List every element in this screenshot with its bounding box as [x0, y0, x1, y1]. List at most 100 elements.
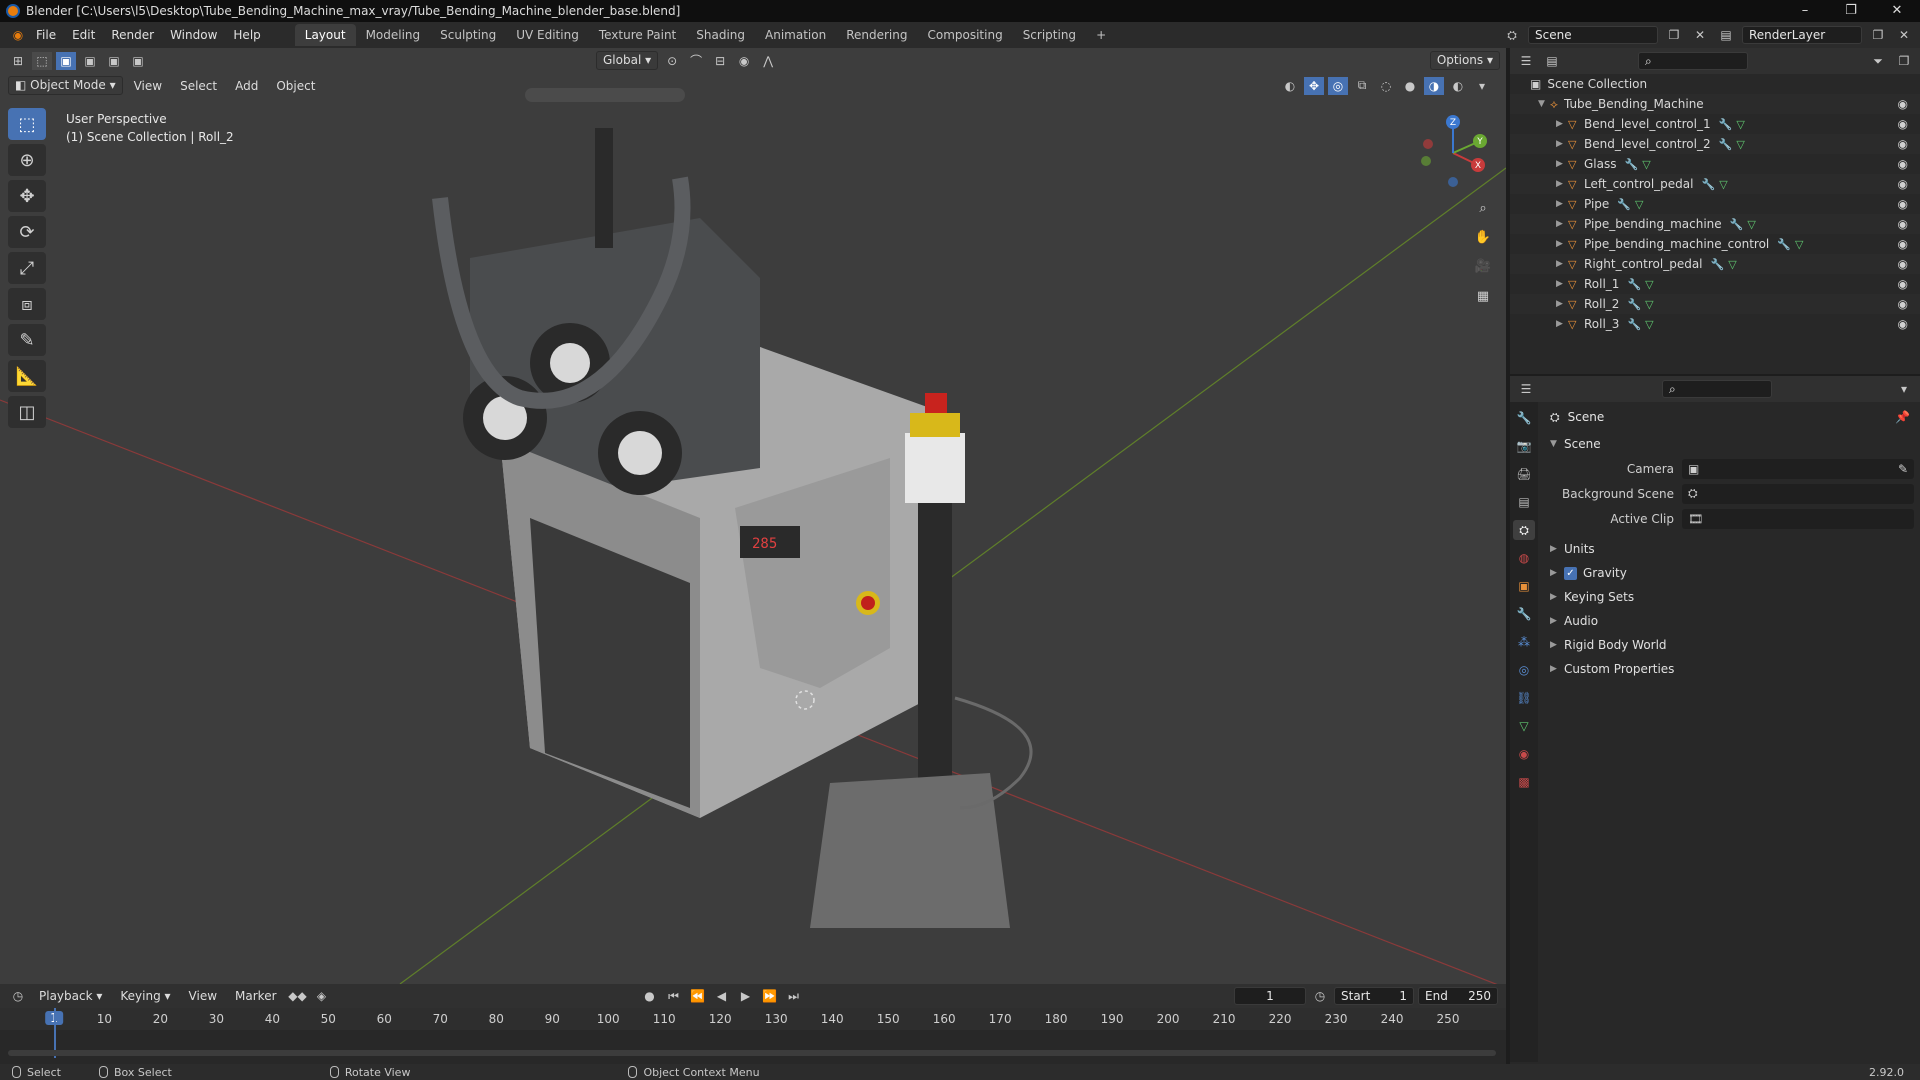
shading-options-icon[interactable]: ▾ [1472, 77, 1492, 95]
outliner-item[interactable]: ▶ ▽ Roll_3 🔧 ▽ ◉ [1510, 314, 1920, 334]
new-scene-icon[interactable]: ❐ [1664, 26, 1684, 44]
timeline-menu-keying[interactable]: Keying ▾ [113, 989, 177, 1003]
viewport-menu-select[interactable]: Select [173, 79, 224, 93]
pin-icon[interactable]: 📌 [1895, 410, 1910, 424]
viewport-menu-view[interactable]: View [127, 79, 169, 93]
jump-start-icon[interactable]: ⏮ [664, 987, 684, 1005]
select-mode-extend-icon[interactable]: ▣ [80, 52, 100, 70]
pivot-point-icon[interactable]: ⊙ [662, 52, 682, 70]
modifier-icon[interactable]: 🔧 [1730, 218, 1744, 231]
expand-icon[interactable]: ▶ [1556, 219, 1568, 229]
keying-sets-panel-header[interactable]: ▶ Keying Sets [1542, 585, 1918, 609]
particles-tab-icon[interactable]: ⁂ [1513, 632, 1535, 652]
mesh-data-icon[interactable]: ▽ [1635, 198, 1643, 211]
scene-tab-icon[interactable]: ⛭ [1513, 520, 1535, 540]
mesh-data-icon[interactable]: ▽ [1642, 158, 1650, 171]
menu-edit[interactable]: Edit [64, 28, 103, 42]
active-clip-field[interactable]: 🎞 [1682, 508, 1914, 529]
new-view-layer-icon[interactable]: ❐ [1868, 26, 1888, 44]
shading-wireframe-icon[interactable]: ◌ [1376, 77, 1396, 95]
outliner-item[interactable]: ▶ ▽ Roll_1 🔧 ▽ ◉ [1510, 274, 1920, 294]
properties-editor-type-icon[interactable]: ☰ [1516, 380, 1536, 398]
snap-target-icon[interactable]: ⊟ [710, 52, 730, 70]
tab-texture-paint[interactable]: Texture Paint [589, 24, 686, 46]
frame-ruler[interactable]: 1102030405060708090100110120130140150160… [0, 1008, 1506, 1030]
select-mode-subtract-icon[interactable]: ▣ [104, 52, 124, 70]
select-box-tool-icon[interactable]: ⬚ [8, 108, 46, 140]
delete-scene-icon[interactable]: ✕ [1690, 26, 1710, 44]
mesh-data-icon[interactable]: ▽ [1728, 258, 1736, 271]
record-icon[interactable]: ● [640, 987, 660, 1005]
expand-icon[interactable]: ▶ [1556, 319, 1568, 329]
scale-tool-icon[interactable]: ⤢ [8, 252, 46, 284]
camera-view-icon[interactable]: 🎥 [1470, 253, 1496, 279]
camera-field[interactable]: ▣ ✎ [1682, 458, 1914, 479]
pan-hand-icon[interactable]: ✋ [1470, 224, 1496, 250]
constraints-tab-icon[interactable]: ⛓ [1513, 688, 1535, 708]
eye-icon[interactable]: ◉ [1898, 197, 1908, 211]
editor-type-icon[interactable]: ⊞ [8, 52, 28, 70]
rigid-body-world-panel-header[interactable]: ▶ Rigid Body World [1542, 633, 1918, 657]
prev-keyframe-icon[interactable]: ⏪ [688, 987, 708, 1005]
mesh-data-icon[interactable]: ▽ [1645, 278, 1653, 291]
eye-icon[interactable]: ◉ [1898, 117, 1908, 131]
play-icon[interactable]: ▶ [736, 987, 756, 1005]
properties-search-input[interactable]: ⌕ [1662, 380, 1772, 398]
viewport-menu-add[interactable]: Add [228, 79, 265, 93]
timeline-menu-view[interactable]: View [182, 989, 224, 1003]
modifier-icon[interactable]: 🔧 [1719, 138, 1733, 151]
texture-tab-icon[interactable]: ▩ [1513, 772, 1535, 792]
menu-render[interactable]: Render [103, 28, 162, 42]
eye-icon[interactable]: ◉ [1898, 137, 1908, 151]
options-dropdown[interactable]: Options ▾ [1429, 51, 1500, 70]
jump-end-icon[interactable]: ⏭ [784, 987, 804, 1005]
modifier-icon[interactable]: 🔧 [1711, 258, 1725, 271]
gravity-checkbox[interactable]: ✓ [1564, 566, 1577, 580]
tab-animation[interactable]: Animation [755, 24, 836, 46]
tab-uv-editing[interactable]: UV Editing [506, 24, 589, 46]
navigation-gizmo[interactable]: X Y Z [1408, 108, 1498, 198]
scene-field[interactable]: Scene [1528, 26, 1658, 44]
menu-help[interactable]: Help [225, 28, 268, 42]
measure-tool-icon[interactable]: 📐 [8, 360, 46, 392]
audio-panel-header[interactable]: ▶ Audio [1542, 609, 1918, 633]
mesh-data-icon[interactable]: ▽ [1645, 318, 1653, 331]
eye-icon[interactable]: ◉ [1898, 257, 1908, 271]
outliner-item[interactable]: ▶ ▽ Right_control_pedal 🔧 ▽ ◉ [1510, 254, 1920, 274]
eye-icon[interactable]: ◉ [1898, 157, 1908, 171]
tab-modeling[interactable]: Modeling [356, 24, 431, 46]
move-tool-icon[interactable]: ✥ [8, 180, 46, 212]
display-mode-icon[interactable]: ▤ [1542, 52, 1562, 70]
rotate-tool-icon[interactable]: ⟳ [8, 216, 46, 248]
modifier-icon[interactable]: 🔧 [1627, 298, 1641, 311]
properties-options-icon[interactable]: ▾ [1894, 380, 1914, 398]
outliner-item[interactable]: ▶ ▽ Pipe_bending_machine 🔧 ▽ ◉ [1510, 214, 1920, 234]
modifier-tab-icon[interactable]: 🔧 [1513, 604, 1535, 624]
expand-icon[interactable]: ▶ [1556, 279, 1568, 289]
minimize-button[interactable]: – [1782, 0, 1828, 22]
play-reverse-icon[interactable]: ◀ [712, 987, 732, 1005]
scene-collection-row[interactable]: ▣ Scene Collection [1510, 74, 1920, 94]
viewport-menu-object[interactable]: Object [269, 79, 322, 93]
gizmo-toggle-icon[interactable]: ✥ [1304, 76, 1324, 95]
gravity-panel-header[interactable]: ▶ ✓ Gravity [1542, 561, 1918, 585]
eye-icon[interactable]: ◉ [1898, 297, 1908, 311]
tab-layout[interactable]: Layout [294, 24, 356, 46]
menu-window[interactable]: Window [162, 28, 225, 42]
timeline-menu-marker[interactable]: Marker [228, 989, 283, 1003]
timeline-menu-playback[interactable]: Playback ▾ [32, 989, 109, 1003]
tab-scripting[interactable]: Scripting [1013, 24, 1086, 46]
expand-icon[interactable]: ▼ [1538, 99, 1550, 109]
timeline-scrollbar[interactable] [8, 1050, 1496, 1056]
mesh-data-icon[interactable]: ▽ [1795, 238, 1803, 251]
shading-rendered-icon[interactable]: ◐ [1448, 77, 1468, 95]
expand-icon[interactable]: ▶ [1556, 179, 1568, 189]
delete-view-layer-icon[interactable]: ✕ [1894, 26, 1914, 44]
proportional-edit-icon[interactable]: ◉ [734, 52, 754, 70]
snap-icon[interactable]: ⌒ [686, 52, 706, 70]
mesh-data-icon[interactable]: ▽ [1747, 218, 1755, 231]
view-layer-tab-icon[interactable]: ▤ [1513, 492, 1535, 512]
eye-icon[interactable]: ◉ [1898, 97, 1908, 111]
annotate-tool-icon[interactable]: ✎ [8, 324, 46, 356]
timeline-editor-type-icon[interactable]: ◷ [8, 987, 28, 1005]
